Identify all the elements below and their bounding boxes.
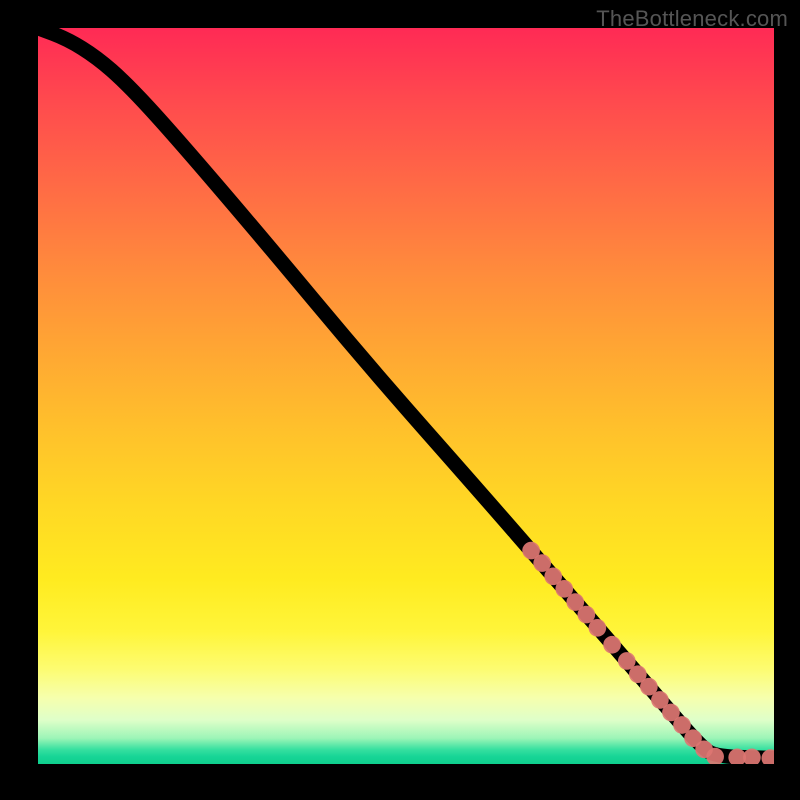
chart-overlay bbox=[38, 28, 774, 764]
data-marker bbox=[603, 636, 621, 654]
chart-frame: TheBottleneck.com bbox=[0, 0, 800, 800]
data-markers bbox=[522, 542, 774, 764]
data-marker bbox=[589, 619, 607, 637]
plot-area bbox=[38, 28, 774, 764]
bottleneck-curve bbox=[38, 28, 774, 758]
